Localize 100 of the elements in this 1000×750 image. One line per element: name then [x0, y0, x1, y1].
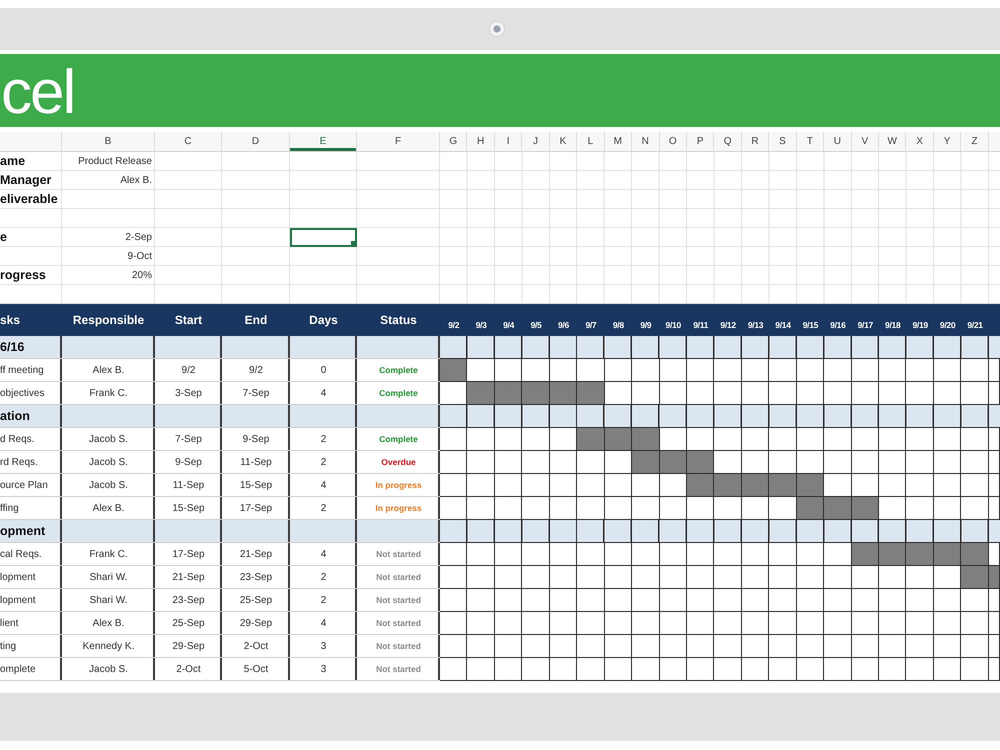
field-value: 9-Oct [128, 250, 152, 264]
start-date: 15-Sep [172, 502, 205, 516]
day-count: 4 [320, 548, 326, 562]
column-header[interactable]: J [522, 132, 550, 151]
assignee-name: Frank C. [89, 548, 128, 562]
end-date: 21-Sep [240, 548, 272, 562]
field-label: e [0, 229, 7, 246]
assignee-name: Alex B. [92, 502, 124, 516]
column-header[interactable]: F [357, 132, 440, 151]
column-header[interactable]: K [550, 132, 578, 151]
task-name: lient [0, 617, 18, 631]
assignee-name: Shari W. [90, 594, 128, 608]
camera-icon [489, 21, 505, 37]
task-name: ource Plan [0, 479, 48, 493]
start-date: 23-Sep [172, 594, 205, 608]
task-name: omplete [0, 663, 36, 677]
column-header[interactable]: W [879, 132, 906, 151]
phase-title: opment [0, 523, 46, 540]
field-value: Alex B. [120, 174, 152, 188]
status-label: Overdue [381, 456, 416, 469]
date-heading: 9/17 [858, 319, 873, 332]
column-header[interactable]: R [742, 132, 770, 151]
column-header[interactable]: E [290, 132, 357, 151]
end-date: 25-Sep [240, 594, 272, 608]
date-heading: 9/18 [885, 319, 900, 332]
date-heading: 9/11 [693, 319, 708, 332]
column-header[interactable]: I [494, 132, 522, 151]
day-count: 4 [320, 479, 326, 493]
status-label: Not started [376, 594, 421, 607]
column-heading: Days [309, 312, 338, 329]
status-label: In progress [375, 479, 422, 492]
column-header[interactable]: U [824, 132, 852, 151]
column-header[interactable]: P [686, 132, 714, 151]
task-name: ff meeting [0, 364, 44, 378]
task-name: rd Reqs. [0, 456, 38, 470]
date-heading: 9/3 [476, 319, 487, 332]
end-date: 23-Sep [240, 571, 272, 585]
column-header[interactable]: M [604, 132, 632, 151]
assignee-name: Jacob S. [89, 663, 128, 677]
start-date: 2-Oct [176, 663, 201, 677]
selected-cell[interactable] [290, 228, 357, 247]
date-heading: 9/4 [503, 319, 514, 332]
phase-title: ation [0, 408, 30, 426]
column-header[interactable]: N [632, 132, 660, 151]
column-header[interactable]: V [852, 132, 879, 151]
start-date: 17-Sep [172, 548, 205, 562]
end-date: 2-Oct [244, 640, 268, 654]
assignee-name: Jacob S. [89, 479, 128, 493]
column-header[interactable]: O [660, 132, 687, 151]
end-date: 5-Oct [244, 663, 268, 677]
column-header[interactable]: Z [961, 132, 989, 151]
column-header[interactable]: Q [714, 132, 742, 151]
column-heading: Responsible [72, 312, 144, 329]
start-date: 7-Sep [175, 433, 202, 447]
day-count: 4 [320, 617, 326, 631]
column-header[interactable]: T [796, 132, 824, 151]
column-header[interactable]: D [222, 132, 290, 151]
column-header[interactable]: S [769, 132, 797, 151]
start-date: 3-Sep [175, 387, 202, 401]
end-date: 7-Sep [242, 387, 270, 401]
end-date: 9/2 [249, 364, 263, 378]
day-count: 2 [320, 456, 326, 470]
day-count: 2 [320, 433, 326, 447]
status-label: Not started [376, 548, 421, 561]
end-date: 29-Sep [240, 617, 272, 631]
date-heading: 9/9 [640, 319, 652, 332]
column-header[interactable]: X [906, 132, 934, 151]
field-label: ame [0, 153, 26, 170]
column-heading: sks [0, 312, 20, 329]
field-label: Manager [0, 172, 52, 190]
day-count: 2 [320, 594, 326, 608]
start-date: 11-Sep [172, 479, 204, 493]
status-label: Not started [376, 640, 421, 653]
status-label: Not started [376, 663, 421, 676]
start-date: 25-Sep [172, 617, 205, 631]
date-heading: 9/10 [666, 319, 681, 332]
date-heading: 9/5 [530, 319, 542, 332]
day-count: 0 [320, 364, 326, 378]
column-header[interactable]: H [467, 132, 495, 151]
column-header[interactable]: Y [934, 132, 962, 151]
end-date: 15-Sep [240, 479, 272, 493]
column-header[interactable]: G [440, 132, 468, 151]
assignee-name: Kennedy K. [82, 640, 134, 654]
column-header[interactable]: B [62, 132, 155, 151]
column-heading: Start [174, 312, 202, 329]
status-label: Not started [376, 617, 421, 630]
fill-handle[interactable] [351, 241, 356, 246]
assignee-name: Frank C. [89, 387, 128, 401]
status-label: In progress [375, 502, 422, 515]
day-count: 4 [320, 387, 326, 401]
end-date: 17-Sep [240, 502, 272, 516]
date-heading: 9/13 [748, 319, 764, 332]
field-label: eliverable [0, 191, 58, 208]
assignee-name: Jacob S. [89, 433, 128, 447]
date-heading: 9/7 [585, 319, 596, 332]
task-name: d Reqs. [0, 433, 34, 447]
column-header[interactable]: L [577, 132, 605, 151]
day-count: 2 [320, 502, 326, 516]
column-header[interactable]: C [155, 132, 222, 151]
assignee-name: Alex B. [92, 364, 124, 378]
